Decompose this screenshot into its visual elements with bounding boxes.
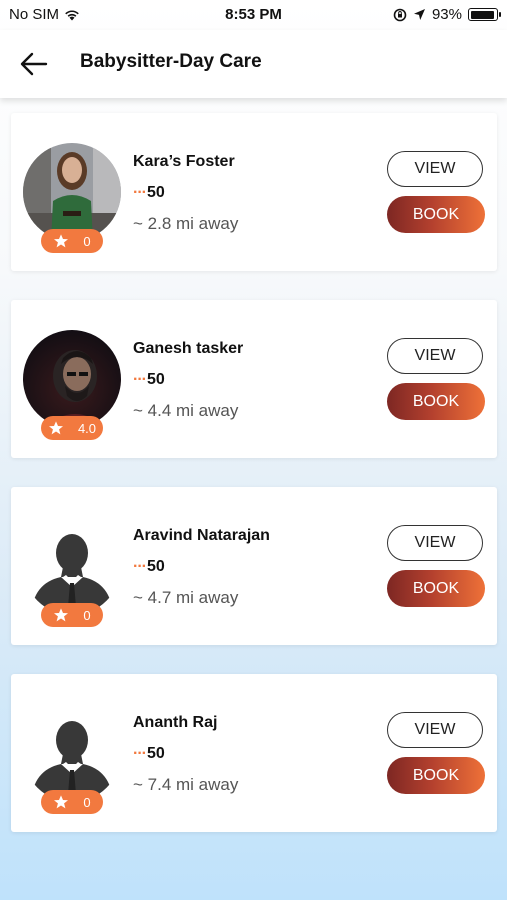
orientation-lock-icon [393,8,407,21]
book-button[interactable]: BOOK [387,383,485,420]
rating-value: 0 [83,233,91,249]
arrow-left-icon [20,52,48,76]
price-dots: ··· [133,558,147,575]
price-dots: ··· [133,184,147,201]
provider-card[interactable]: 0 Ananth Raj ···50 ~ 7.4 mi away VIEW BO… [11,674,497,832]
provider-name: Aravind Natarajan [133,527,270,544]
view-button[interactable]: VIEW [387,338,483,374]
app-header: Babysitter-Day Care [0,30,507,98]
star-icon [48,421,63,435]
rating-badge: 0 [41,790,103,814]
price: ···50 [133,371,165,389]
rating-value: 0 [83,607,91,623]
price: ···50 [133,184,165,202]
price-value: 50 [146,371,165,388]
provider-card[interactable]: 4.0 Ganesh tasker ···50 ~ 4.4 mi away VI… [11,300,497,458]
avatar [23,517,121,615]
rating-badge: 0 [41,603,103,627]
battery-percent: 93% [431,6,462,23]
star-icon [54,795,69,809]
battery-level [470,10,494,19]
price-value: 50 [146,184,165,201]
distance: ~ 4.7 mi away [133,588,239,607]
rating-value: 4.0 [77,420,97,436]
view-button[interactable]: VIEW [387,525,483,561]
price-value: 50 [146,558,165,575]
provider-name: Kara’s Foster [133,153,235,170]
avatar [23,330,121,428]
distance: ~ 4.4 mi away [133,401,239,420]
rating-badge: 4.0 [41,416,103,440]
status-bar: No SIM 8:53 PM 93% [0,0,507,30]
star-icon [54,234,69,248]
provider-name: Ganesh tasker [133,340,244,357]
book-button[interactable]: BOOK [387,757,485,794]
distance: ~ 7.4 mi away [133,775,239,794]
rating-value: 0 [83,794,91,810]
price: ···50 [133,558,165,576]
provider-card[interactable]: 0 Aravind Natarajan ···50 ~ 4.7 mi away … [11,487,497,645]
book-button[interactable]: BOOK [387,196,485,233]
price-dots: ··· [133,745,147,762]
book-button[interactable]: BOOK [387,570,485,607]
rating-badge: 0 [41,229,103,253]
avatar [23,143,121,241]
price: ···50 [133,745,165,763]
distance: ~ 2.8 mi away [133,214,239,233]
price-value: 50 [146,745,165,762]
provider-name: Ananth Raj [133,714,218,731]
status-right: 93% [393,6,501,23]
view-button[interactable]: VIEW [387,712,483,748]
provider-card[interactable]: 0 Kara’s Foster ···50 ~ 2.8 mi away VIEW… [11,113,497,271]
price-dots: ··· [133,371,147,388]
battery-icon [468,8,501,21]
avatar [23,704,121,802]
back-button[interactable] [18,48,50,80]
star-icon [54,608,69,622]
location-arrow-icon [413,9,425,20]
page-title: Babysitter-Day Care [80,51,262,72]
view-button[interactable]: VIEW [387,151,483,187]
